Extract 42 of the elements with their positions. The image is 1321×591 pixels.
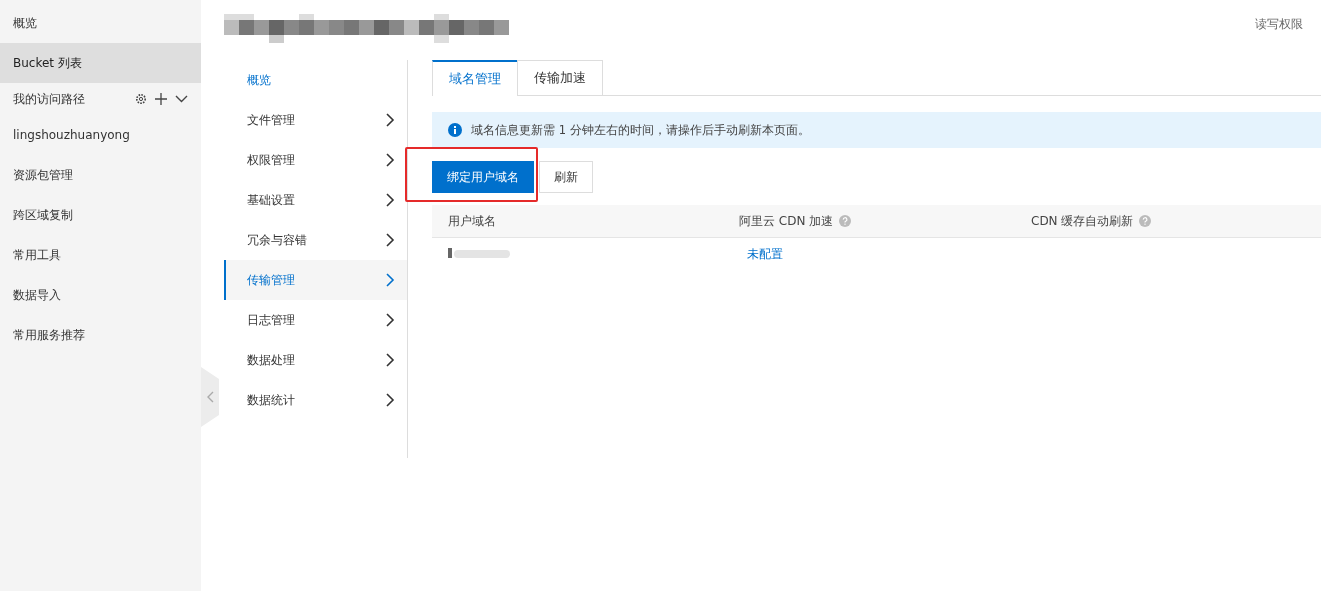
nav-item[interactable]: 冗余与容错 [224, 220, 407, 260]
nav-item[interactable]: 日志管理 [224, 300, 407, 340]
sidebar-item[interactable]: 跨区域复制 [0, 195, 201, 235]
refresh-button[interactable]: 刷新 [539, 161, 593, 193]
sidebar-item[interactable]: 概览 [0, 3, 201, 43]
sidebar-item[interactable]: 资源包管理 [0, 155, 201, 195]
plus-icon[interactable] [155, 93, 167, 105]
column-header: 用户域名 [448, 212, 496, 230]
chevron-right-icon [386, 153, 395, 167]
sidebar-item[interactable]: 数据导入 [0, 275, 201, 315]
sidebar-item[interactable]: 常用服务推荐 [0, 315, 201, 355]
chevron-right-icon [386, 273, 395, 287]
column-header: CDN 缓存自动刷新 [1031, 212, 1134, 230]
chevron-right-icon [386, 313, 395, 327]
nav-item[interactable]: 基础设置 [224, 180, 407, 220]
section-title: 我的访问路径 [13, 90, 85, 108]
nav-item[interactable]: 数据处理 [224, 340, 407, 380]
nav-item[interactable]: 传输管理 [224, 260, 407, 300]
chevron-right-icon [386, 393, 395, 407]
settings-icon[interactable] [135, 93, 147, 105]
info-icon [448, 123, 462, 137]
sidebar-item[interactable]: 常用工具 [0, 235, 201, 275]
tab[interactable]: 传输加速 [517, 60, 603, 95]
status-link[interactable]: 未配置 [723, 246, 783, 261]
nav-item[interactable]: 权限管理 [224, 140, 407, 180]
blurred-domain [448, 245, 512, 260]
nav-item[interactable]: 文件管理 [224, 100, 407, 140]
sidebar-item[interactable]: lingshouzhuanyong [0, 115, 201, 155]
tab[interactable]: 域名管理 [432, 60, 518, 96]
info-text: 域名信息更新需 1 分钟左右的时间，请操作后手动刷新本页面。 [471, 122, 810, 138]
chevron-right-icon [386, 233, 395, 247]
nav-item[interactable]: 概览 [224, 60, 407, 100]
nav-item[interactable]: 数据统计 [224, 380, 407, 420]
sidebar-item[interactable]: Bucket 列表 [0, 43, 201, 83]
chevron-left-icon [206, 391, 214, 403]
chevron-right-icon [386, 353, 395, 367]
chevron-right-icon [386, 113, 395, 127]
column-header: 阿里云 CDN 加速 [739, 212, 834, 230]
chevron-down-icon[interactable] [175, 95, 188, 103]
bind-domain-button[interactable]: 绑定用户域名 [432, 161, 534, 193]
chevron-right-icon [386, 193, 395, 207]
permission-label: 读写权限 [1255, 16, 1303, 33]
